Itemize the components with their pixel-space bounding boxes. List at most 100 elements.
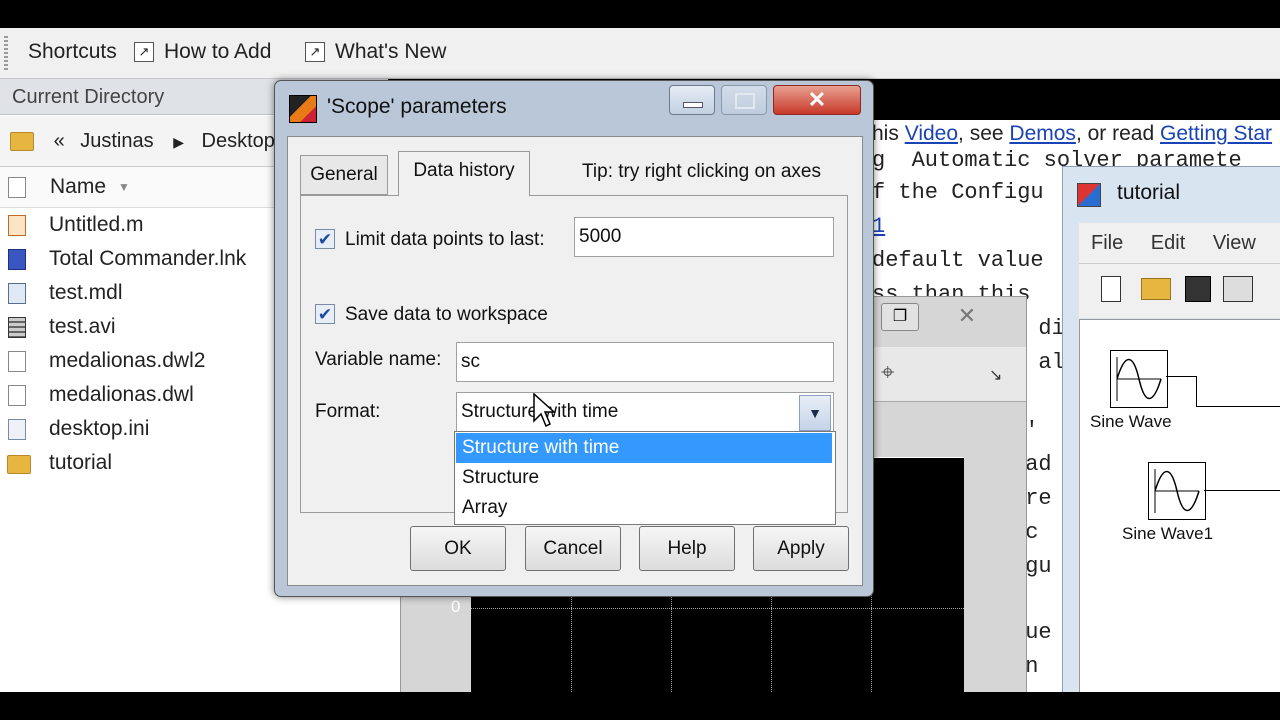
cursor-tool-icon[interactable]: ⌖ — [881, 359, 895, 387]
minimize-icon — [683, 102, 703, 108]
file-icon — [8, 177, 26, 198]
whats-new-label: What's New — [335, 40, 447, 63]
blank-file-icon — [8, 351, 26, 372]
tab-data-history[interactable]: Data history — [398, 151, 530, 196]
name-header-label: Name — [50, 175, 107, 198]
breadcrumb-back[interactable]: « — [54, 130, 65, 152]
m-file-icon — [8, 215, 26, 236]
menu-view[interactable]: View — [1213, 232, 1256, 254]
limit-data-checkbox[interactable]: ✔ — [315, 229, 335, 249]
menu-file[interactable]: File — [1091, 232, 1123, 254]
shortcuts-menu[interactable]: Shortcuts — [28, 40, 117, 64]
check-icon: ✔ — [317, 230, 333, 249]
close-icon: ✕ — [807, 87, 827, 112]
tab-label: General — [310, 164, 378, 185]
getting-started-link[interactable]: Getting Star — [1160, 122, 1272, 145]
matlab-icon — [289, 95, 317, 123]
ok-button[interactable]: OK — [410, 526, 506, 571]
chevron-down-icon[interactable]: ▼ — [799, 395, 831, 431]
grid-line — [471, 608, 964, 609]
how-to-add-label: How to Add — [164, 40, 272, 63]
file-name: medalionas.dwl — [49, 383, 194, 406]
new-file-icon[interactable] — [1101, 276, 1121, 302]
tip-text: Tip: try right clicking on axes — [582, 161, 821, 182]
model-canvas[interactable]: Sine Wave Sine Wave1 — [1079, 319, 1280, 695]
video-link[interactable]: Video — [905, 122, 958, 145]
shortcuts-label: Shortcuts — [28, 40, 117, 63]
blank-file-icon — [8, 385, 26, 406]
folder-icon — [10, 132, 34, 152]
save-to-workspace-checkbox[interactable]: ✔ — [315, 304, 335, 324]
axis-tick-zero: 0 — [451, 597, 461, 616]
simulink-model-icon — [8, 283, 26, 304]
file-name: Untitled.m — [49, 213, 144, 236]
cancel-button[interactable]: Cancel — [525, 526, 621, 571]
save-icon[interactable] — [1185, 276, 1211, 302]
top-black-band — [0, 0, 1280, 28]
close-button[interactable]: ✕ — [773, 85, 861, 115]
dropdown-option[interactable]: Structure — [456, 463, 832, 493]
help-text: his — [872, 122, 905, 145]
window-title: tutorial — [1117, 181, 1181, 204]
maximize-icon[interactable]: ❐ — [881, 303, 919, 331]
help-intro-line: his Video, see Demos, or read Getting St… — [872, 122, 1272, 146]
close-icon[interactable]: ✕ — [949, 303, 985, 329]
signal-line — [1196, 376, 1197, 406]
help-button[interactable]: Help — [639, 526, 735, 571]
variable-name-label: Variable name: — [315, 349, 442, 370]
format-select[interactable]: Structure with time ▼ — [456, 392, 834, 432]
block-label[interactable]: Sine Wave — [1090, 412, 1172, 432]
floppy-disk-icon — [8, 249, 26, 270]
settings-file-icon — [8, 419, 26, 440]
dropdown-option[interactable]: Structure with time — [456, 433, 832, 463]
video-file-icon — [8, 317, 26, 338]
maximize-icon — [735, 93, 755, 109]
whats-new-link[interactable]: ↗ What's New — [305, 40, 446, 64]
sort-down-icon: ▼ — [118, 180, 130, 194]
simulink-icon — [1077, 183, 1101, 207]
menu-bar: File Edit View — [1079, 223, 1280, 264]
format-dropdown-list: Structure with time Structure Array — [454, 431, 836, 525]
print-icon[interactable] — [1223, 276, 1253, 302]
shortcut-icon: ↗ — [134, 42, 154, 62]
file-name: Total Commander.lnk — [49, 247, 247, 270]
signal-line — [1196, 406, 1280, 407]
minimize-button[interactable] — [669, 85, 715, 115]
check-icon: ✔ — [317, 305, 333, 324]
sine-wave1-block[interactable] — [1148, 462, 1206, 520]
sine-wave-icon — [1154, 469, 1200, 513]
limit-data-input[interactable]: 5000 — [574, 217, 834, 257]
tab-general[interactable]: General — [300, 155, 388, 195]
signal-line — [1166, 376, 1196, 377]
format-label: Format: — [315, 401, 381, 422]
mouse-cursor-icon — [533, 393, 556, 428]
file-name: desktop.ini — [49, 417, 150, 440]
bottom-black-band — [0, 692, 1280, 720]
file-name: medalionas.dwl2 — [49, 349, 206, 372]
dropdown-option[interactable]: Array — [456, 493, 832, 523]
menu-edit[interactable]: Edit — [1151, 232, 1185, 254]
apply-button[interactable]: Apply — [753, 526, 849, 571]
maximize-button[interactable] — [721, 85, 767, 115]
demos-link[interactable]: Demos — [1009, 122, 1076, 145]
breadcrumb-justinas[interactable]: Justinas — [80, 130, 153, 152]
breadcrumb-desktop[interactable]: Desktop — [202, 130, 275, 152]
sine-wave-block[interactable] — [1110, 350, 1168, 408]
toolbar-grip[interactable] — [4, 36, 8, 70]
dock-arrow-icon[interactable]: ↘ — [989, 365, 1002, 385]
save-to-workspace-label: Save data to workspace — [345, 304, 548, 325]
block-label[interactable]: Sine Wave1 — [1122, 524, 1213, 544]
model-toolbar — [1079, 264, 1280, 318]
open-folder-icon[interactable] — [1141, 278, 1171, 300]
help-text: , or read — [1075, 122, 1160, 145]
limit-data-label: Limit data points to last: — [345, 229, 545, 250]
dialog-title: 'Scope' parameters — [327, 95, 507, 118]
scope-parameters-dialog: 'Scope' parameters ✕ General Data histor… — [274, 80, 874, 597]
shortcuts-toolbar: Shortcuts ↗ How to Add ↗ What's New — [0, 28, 1280, 79]
variable-name-input[interactable]: sc — [456, 342, 834, 382]
help-text: , see — [958, 122, 1010, 145]
help-line: f the Configu — [872, 180, 1044, 205]
how-to-add-link[interactable]: ↗ How to Add — [134, 40, 271, 64]
breadcrumb-separator-icon[interactable]: ▶ — [173, 134, 184, 150]
tutorial-model-window: tutorial File Edit View Sine Wave Sine W… — [1062, 166, 1280, 695]
